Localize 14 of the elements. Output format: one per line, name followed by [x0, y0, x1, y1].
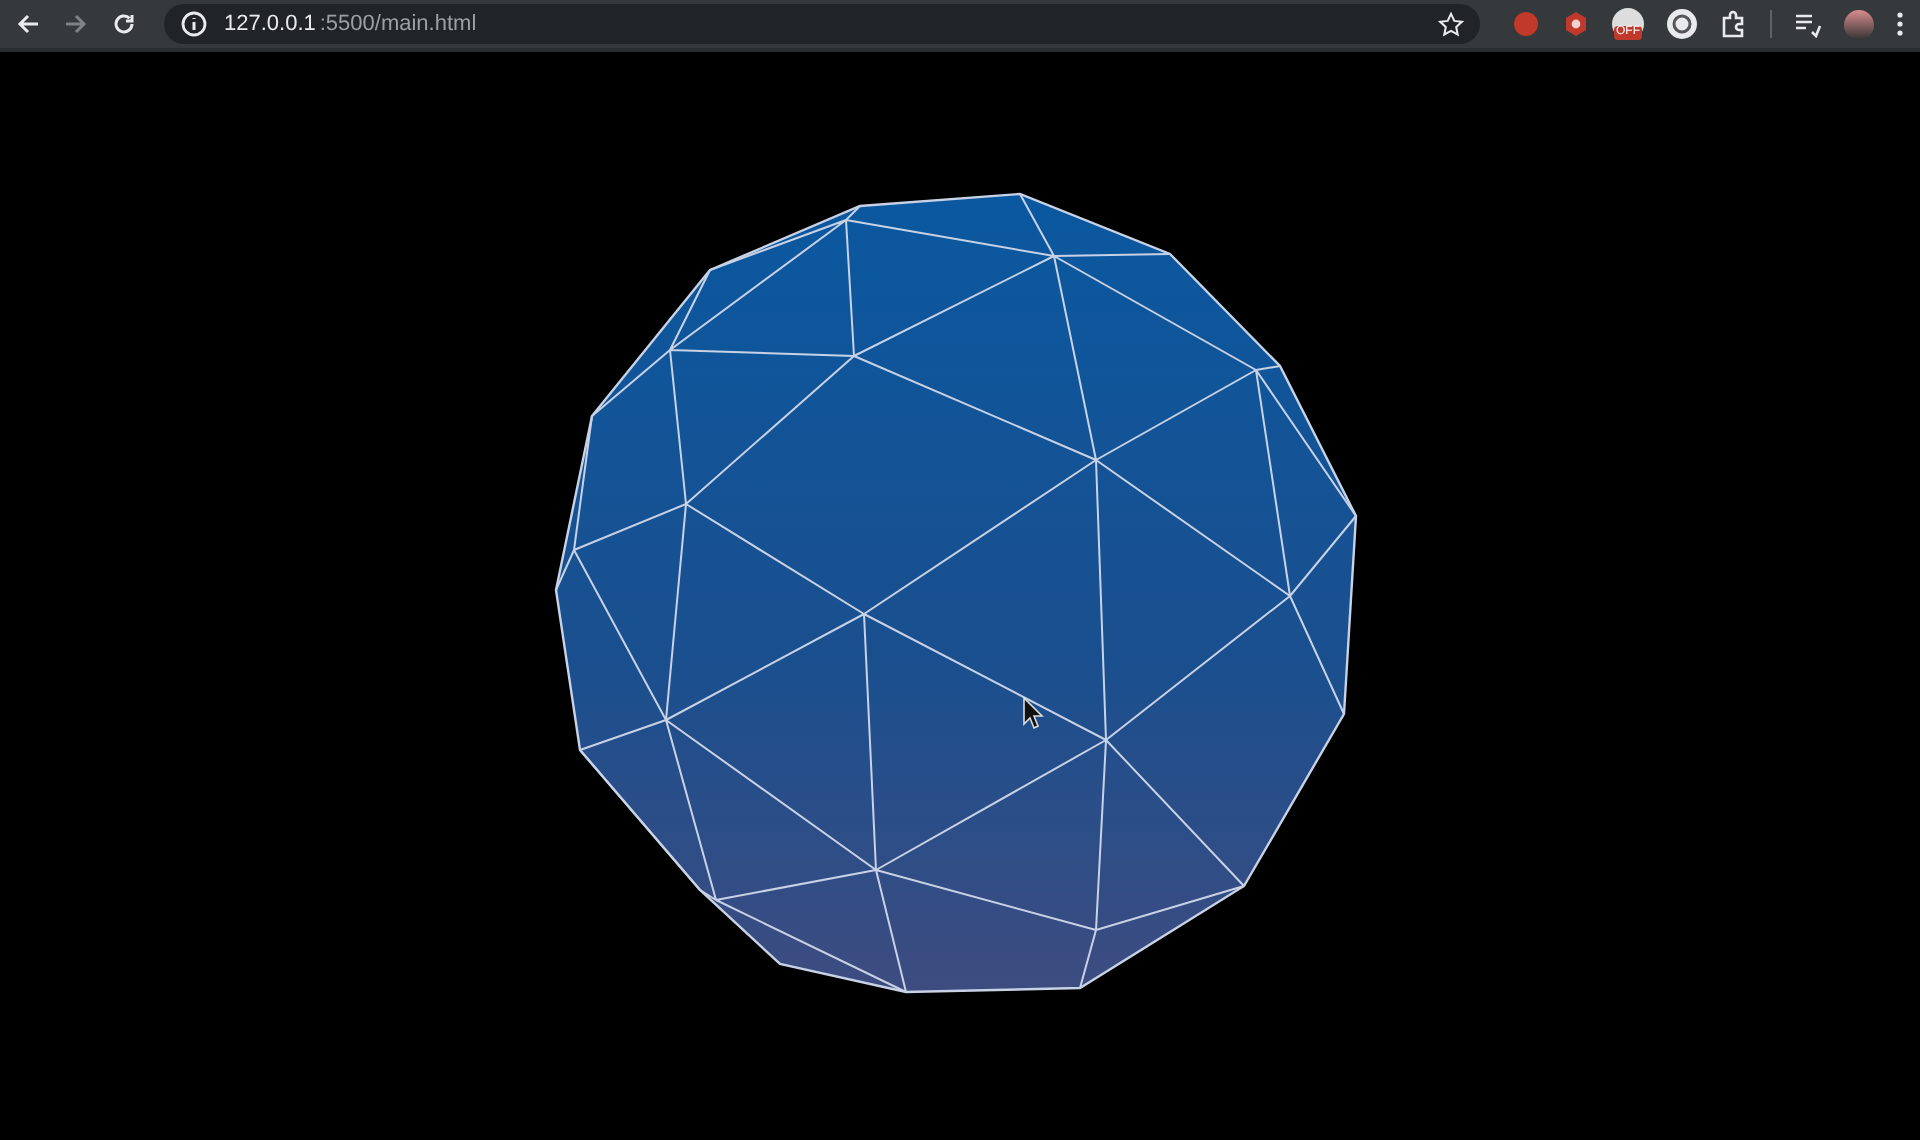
profile-avatar[interactable] [1844, 9, 1874, 39]
media-list-icon[interactable] [1794, 10, 1822, 38]
url-host: 127.0.0.1 [224, 12, 316, 36]
info-icon[interactable] [180, 10, 208, 38]
extension-icon[interactable] [1666, 8, 1698, 40]
menu-icon[interactable] [1896, 10, 1904, 38]
puzzle-icon[interactable] [1720, 10, 1748, 38]
url-path: :5500/main.html [319, 12, 477, 36]
address-bar[interactable]: 127.0.0.1 :5500/main.html [164, 4, 1480, 44]
reload-icon[interactable] [112, 12, 136, 36]
star-icon[interactable] [1438, 11, 1464, 37]
cursor-icon [1023, 696, 1044, 730]
back-icon[interactable] [16, 12, 40, 36]
extension-icon[interactable] [1562, 10, 1590, 38]
